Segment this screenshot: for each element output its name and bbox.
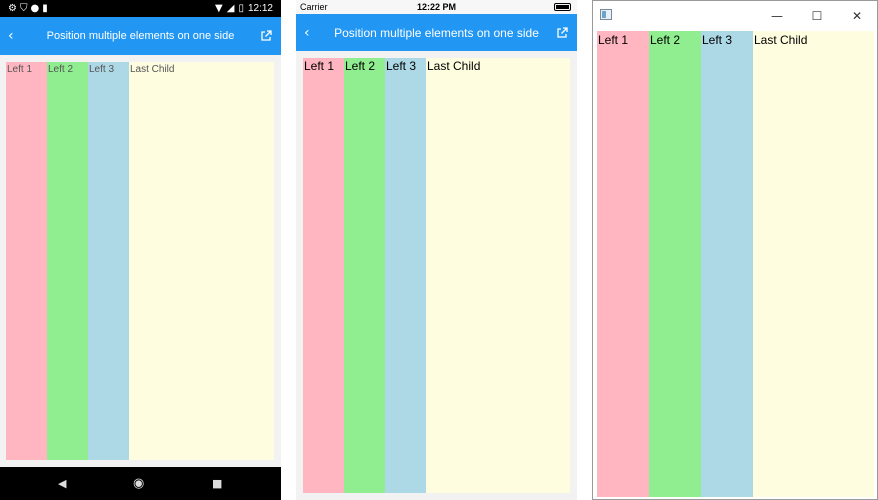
maximize-icon[interactable]: ☐ bbox=[797, 1, 837, 30]
left-2-child: Left 2 bbox=[47, 62, 88, 460]
signal-icon: ◢ bbox=[226, 3, 235, 14]
android-status-bar: ⚙ ⛉ ● ▮ ▼ ◢ ▯ 12:12 bbox=[0, 0, 281, 17]
last-child: Last Child bbox=[129, 62, 274, 460]
ios-screen: Carrier 12:22 PM Position multiple eleme… bbox=[296, 0, 577, 500]
status-clock: 12:12 bbox=[247, 3, 273, 14]
left-3-child: Left 3 bbox=[385, 58, 426, 493]
sd-card-icon: ▮ bbox=[42, 3, 48, 14]
back-triangle-icon[interactable]: ◀ bbox=[58, 467, 66, 500]
left-3-child: Left 3 bbox=[701, 31, 753, 497]
left-1-child: Left 1 bbox=[597, 31, 649, 497]
wifi-icon: ▼ bbox=[215, 3, 223, 14]
android-screen: ⚙ ⛉ ● ▮ ▼ ◢ ▯ 12:12 Position multiple el… bbox=[0, 0, 281, 500]
dock-layout: Left 1 Left 2 Left 3 Last Child bbox=[303, 58, 570, 493]
back-icon[interactable]: ‹ bbox=[304, 14, 310, 51]
last-child: Last Child bbox=[426, 58, 570, 493]
page-title: Position multiple elements on one side bbox=[334, 25, 539, 40]
android-system-nav: ◀ ◉ ■ bbox=[0, 467, 281, 500]
home-circle-icon[interactable]: ◉ bbox=[133, 467, 144, 500]
gear-icon: ⚙ bbox=[8, 3, 17, 14]
status-clock: 12:22 PM bbox=[416, 2, 457, 12]
minimize-icon[interactable]: — bbox=[757, 1, 797, 30]
ios-status-bar: Carrier 12:22 PM bbox=[296, 0, 577, 14]
dock-layout: Left 1 Left 2 Left 3 Last Child bbox=[597, 31, 874, 497]
last-child: Last Child bbox=[753, 31, 874, 497]
left-1-child: Left 1 bbox=[303, 58, 344, 493]
external-link-icon[interactable] bbox=[556, 14, 568, 51]
left-3-child: Left 3 bbox=[88, 62, 129, 460]
page-title: Position multiple elements on one side bbox=[46, 30, 235, 42]
windows-window: — ☐ ✕ Left 1 Left 2 Left 3 Last Child bbox=[592, 0, 878, 500]
android-navigation-bar: Position multiple elements on one side ‹ bbox=[0, 17, 281, 55]
battery-icon bbox=[554, 3, 571, 11]
external-link-icon[interactable] bbox=[260, 17, 272, 55]
back-icon[interactable]: ‹ bbox=[8, 17, 14, 55]
shield-icon: ⛉ bbox=[19, 3, 28, 14]
window-titlebar[interactable]: — ☐ ✕ bbox=[593, 1, 877, 30]
dock-layout: Left 1 Left 2 Left 3 Last Child bbox=[6, 62, 274, 460]
recents-square-icon[interactable]: ■ bbox=[212, 467, 222, 500]
left-1-child: Left 1 bbox=[6, 62, 47, 460]
app-icon bbox=[600, 9, 612, 20]
left-2-child: Left 2 bbox=[649, 31, 701, 497]
ios-navigation-bar: Position multiple elements on one side ‹ bbox=[296, 14, 577, 51]
circle-icon: ● bbox=[30, 3, 40, 14]
left-2-child: Left 2 bbox=[344, 58, 385, 493]
battery-icon: ▯ bbox=[238, 3, 244, 14]
close-icon[interactable]: ✕ bbox=[837, 1, 877, 30]
